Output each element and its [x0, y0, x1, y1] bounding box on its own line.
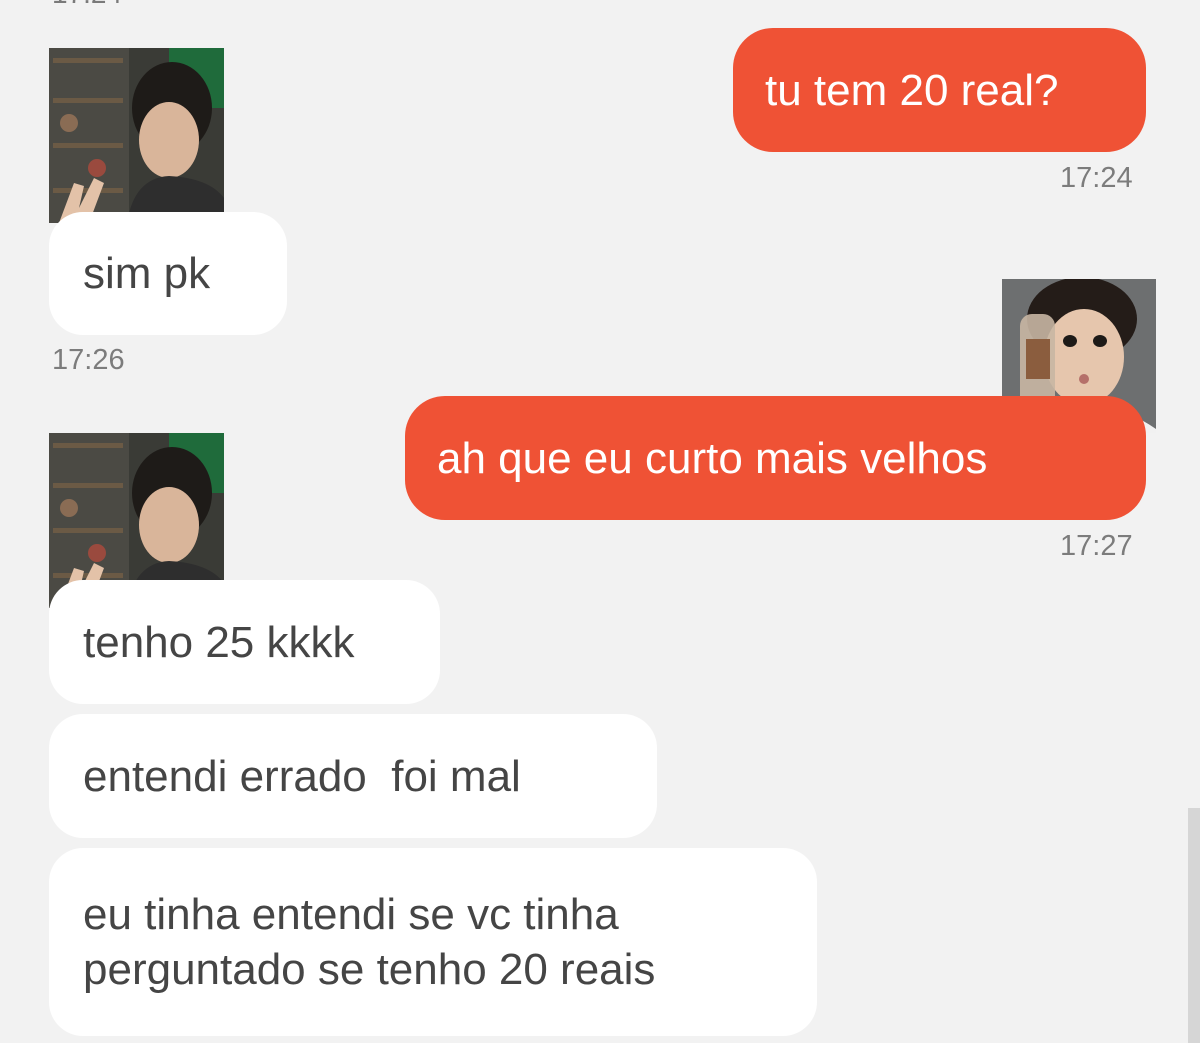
scrollbar[interactable] — [1188, 808, 1200, 1043]
message-text: entendi errado foi mal — [83, 751, 521, 801]
message-text: tu tem 20 real? — [765, 65, 1059, 115]
incoming-message-bubble[interactable]: eu tinha entendi se vc tinha perguntado … — [49, 848, 817, 1036]
message-timestamp: 17:24 — [1060, 162, 1133, 194]
incoming-message-bubble[interactable]: sim pk — [49, 212, 287, 335]
chat-conversation[interactable]: 17:24 tu tem 20 real? 17:24 sim pk 17:26 — [0, 0, 1200, 1043]
contact-avatar-icon[interactable] — [49, 48, 224, 223]
message-text: tenho 25 kkkk — [83, 617, 355, 667]
message-timestamp-cropped: 17:24 — [52, 0, 122, 10]
message-timestamp: 17:26 — [52, 344, 125, 376]
message-text-line: eu tinha entendi se vc tinha — [83, 890, 619, 939]
message-text: sim pk — [83, 249, 211, 298]
incoming-message-bubble[interactable]: entendi errado foi mal — [49, 714, 657, 838]
outgoing-message-bubble[interactable]: tu tem 20 real? — [733, 28, 1146, 152]
message-timestamp: 17:27 — [1060, 530, 1133, 562]
outgoing-message-bubble[interactable]: ah que eu curto mais velhos — [405, 396, 1146, 520]
message-text: ah que eu curto mais velhos — [437, 433, 988, 483]
incoming-message-bubble[interactable]: tenho 25 kkkk — [49, 580, 440, 704]
message-text-line: perguntado se tenho 20 reais — [83, 945, 656, 994]
